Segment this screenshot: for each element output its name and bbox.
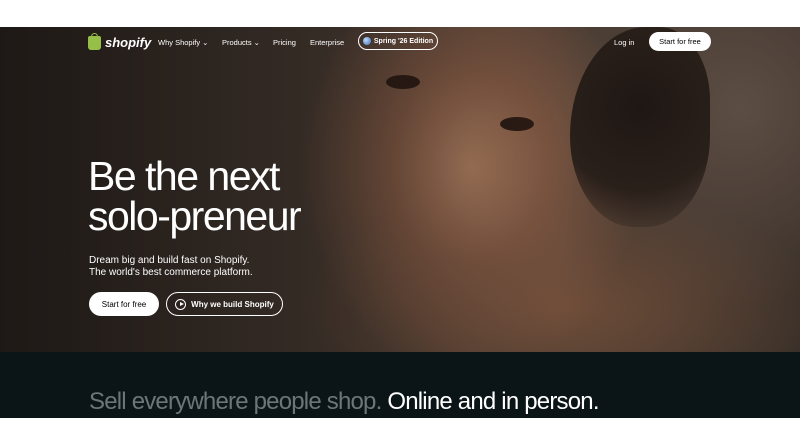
top-whitespace [0, 0, 800, 27]
tagline-muted: Sell everywhere people shop. [89, 388, 382, 415]
edition-pill-label: Spring '26 Edition [373, 37, 434, 45]
nav-products[interactable]: Products ⌄ [222, 38, 260, 47]
headline-line-2: solo-preneur [88, 193, 302, 239]
shopify-logo[interactable]: shopify [88, 32, 152, 50]
play-icon [175, 298, 187, 310]
hero-headline: Be the next solo-preneur [88, 156, 302, 239]
sell-everywhere-tagline: Sell everywhere people shop. Online and … [89, 388, 600, 416]
nav-enterprise[interactable]: Enterprise [310, 38, 344, 47]
start-free-nav-button[interactable]: Start for free [649, 32, 711, 51]
subheading-line-1: Dream big and build fast on Shopify. [89, 255, 250, 266]
start-free-hero-button[interactable]: Start for free [89, 292, 159, 316]
edition-pill-link[interactable]: Spring '26 Edition [358, 32, 438, 50]
login-link[interactable]: Log in [614, 38, 634, 47]
main-nav: shopify Why Shopify ⌄ Products ⌄ Pricing… [0, 27, 800, 57]
why-we-build-label: Why we build Shopify [191, 299, 274, 309]
shopping-bag-icon [88, 32, 101, 50]
why-we-build-video-button[interactable]: Why we build Shopify [166, 292, 283, 316]
nav-why-shopify[interactable]: Why Shopify ⌄ [158, 38, 208, 47]
bottom-whitespace [0, 418, 800, 445]
tagline-bright: Online and in person. [381, 388, 599, 415]
hero-subheading: Dream big and build fast on Shopify. The… [89, 255, 253, 279]
subheading-line-2: The world's best commerce platform. [89, 267, 253, 278]
edition-globe-icon [362, 37, 371, 45]
logo-text: shopify [105, 35, 152, 50]
nav-pricing[interactable]: Pricing [273, 38, 296, 47]
